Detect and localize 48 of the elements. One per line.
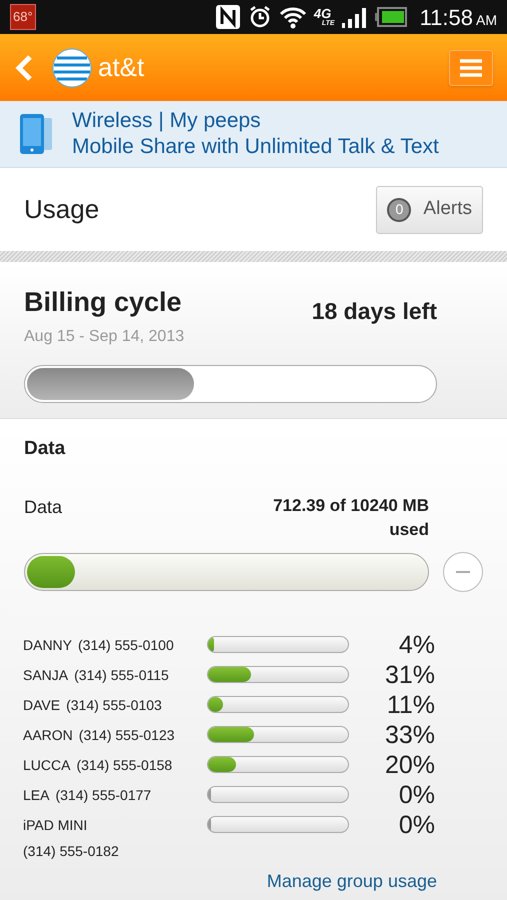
usage-percent: 11% <box>386 692 435 718</box>
clock-text: 11:58 AM <box>420 4 497 32</box>
phone-number: (314) 555-0158 <box>76 756 172 775</box>
member-name: DANNY <box>23 636 72 654</box>
nfc-icon <box>214 4 241 30</box>
manage-group-usage-link[interactable]: Manage group usage <box>266 868 437 894</box>
usage-percent: 20% <box>384 752 435 778</box>
phone-number: (314) 555-0177 <box>55 786 152 805</box>
phone-number: (314) 555-0115 <box>74 666 169 685</box>
phone-number: (314) 555-0103 <box>66 696 162 715</box>
section-title: Data <box>24 437 66 461</box>
usage-percent: 33% <box>384 722 435 748</box>
phone-icon <box>18 114 54 154</box>
page-title: Usage <box>24 193 100 226</box>
back-icon <box>14 54 34 82</box>
member-name: SANJA <box>23 666 68 684</box>
member-name: AARON <box>23 726 73 744</box>
menu-button[interactable] <box>449 50 493 86</box>
collapse-button[interactable] <box>443 552 483 592</box>
alerts-button[interactable]: 0 Alerts <box>376 186 483 234</box>
logo-text: at&t <box>98 51 144 84</box>
globe-logo-icon <box>52 48 92 88</box>
days-left-text: 18 days left <box>312 297 437 326</box>
temperature-badge: 68° <box>10 4 36 30</box>
billing-dates: Aug 15 - Sep 14, 2013 <box>24 326 184 346</box>
data-label: Data <box>24 496 62 518</box>
plan-description: Mobile Share with Unlimited Talk & Text <box>72 134 439 160</box>
member-name: iPAD MINI <box>23 816 88 834</box>
battery-icon <box>374 7 407 27</box>
data-used-text: 712.39 of 10240 MB used <box>272 494 429 540</box>
usage-percent: 31% <box>384 662 435 688</box>
member-name: DAVE <box>23 696 60 714</box>
alert-count-badge: 0 <box>387 198 412 222</box>
phone-number: (314) 555-0100 <box>78 636 174 655</box>
member-name: LUCCA <box>23 756 70 774</box>
menu-icon <box>460 58 482 76</box>
wifi-icon <box>278 5 307 29</box>
billing-title: Billing cycle <box>24 286 183 319</box>
phone-number: (314) 555-0182 <box>23 842 120 861</box>
member-name: LEA <box>23 786 50 804</box>
usage-percent: 4% <box>398 632 435 658</box>
signal-bars-icon <box>342 6 368 28</box>
minus-icon <box>456 570 470 572</box>
plan-title: Wireless | My peeps <box>72 108 262 134</box>
phone-number: (314) 555-0123 <box>78 726 175 745</box>
usage-percent: 0% <box>398 782 435 808</box>
usage-percent: 0% <box>398 812 435 838</box>
alarm-clock-icon <box>248 5 272 29</box>
